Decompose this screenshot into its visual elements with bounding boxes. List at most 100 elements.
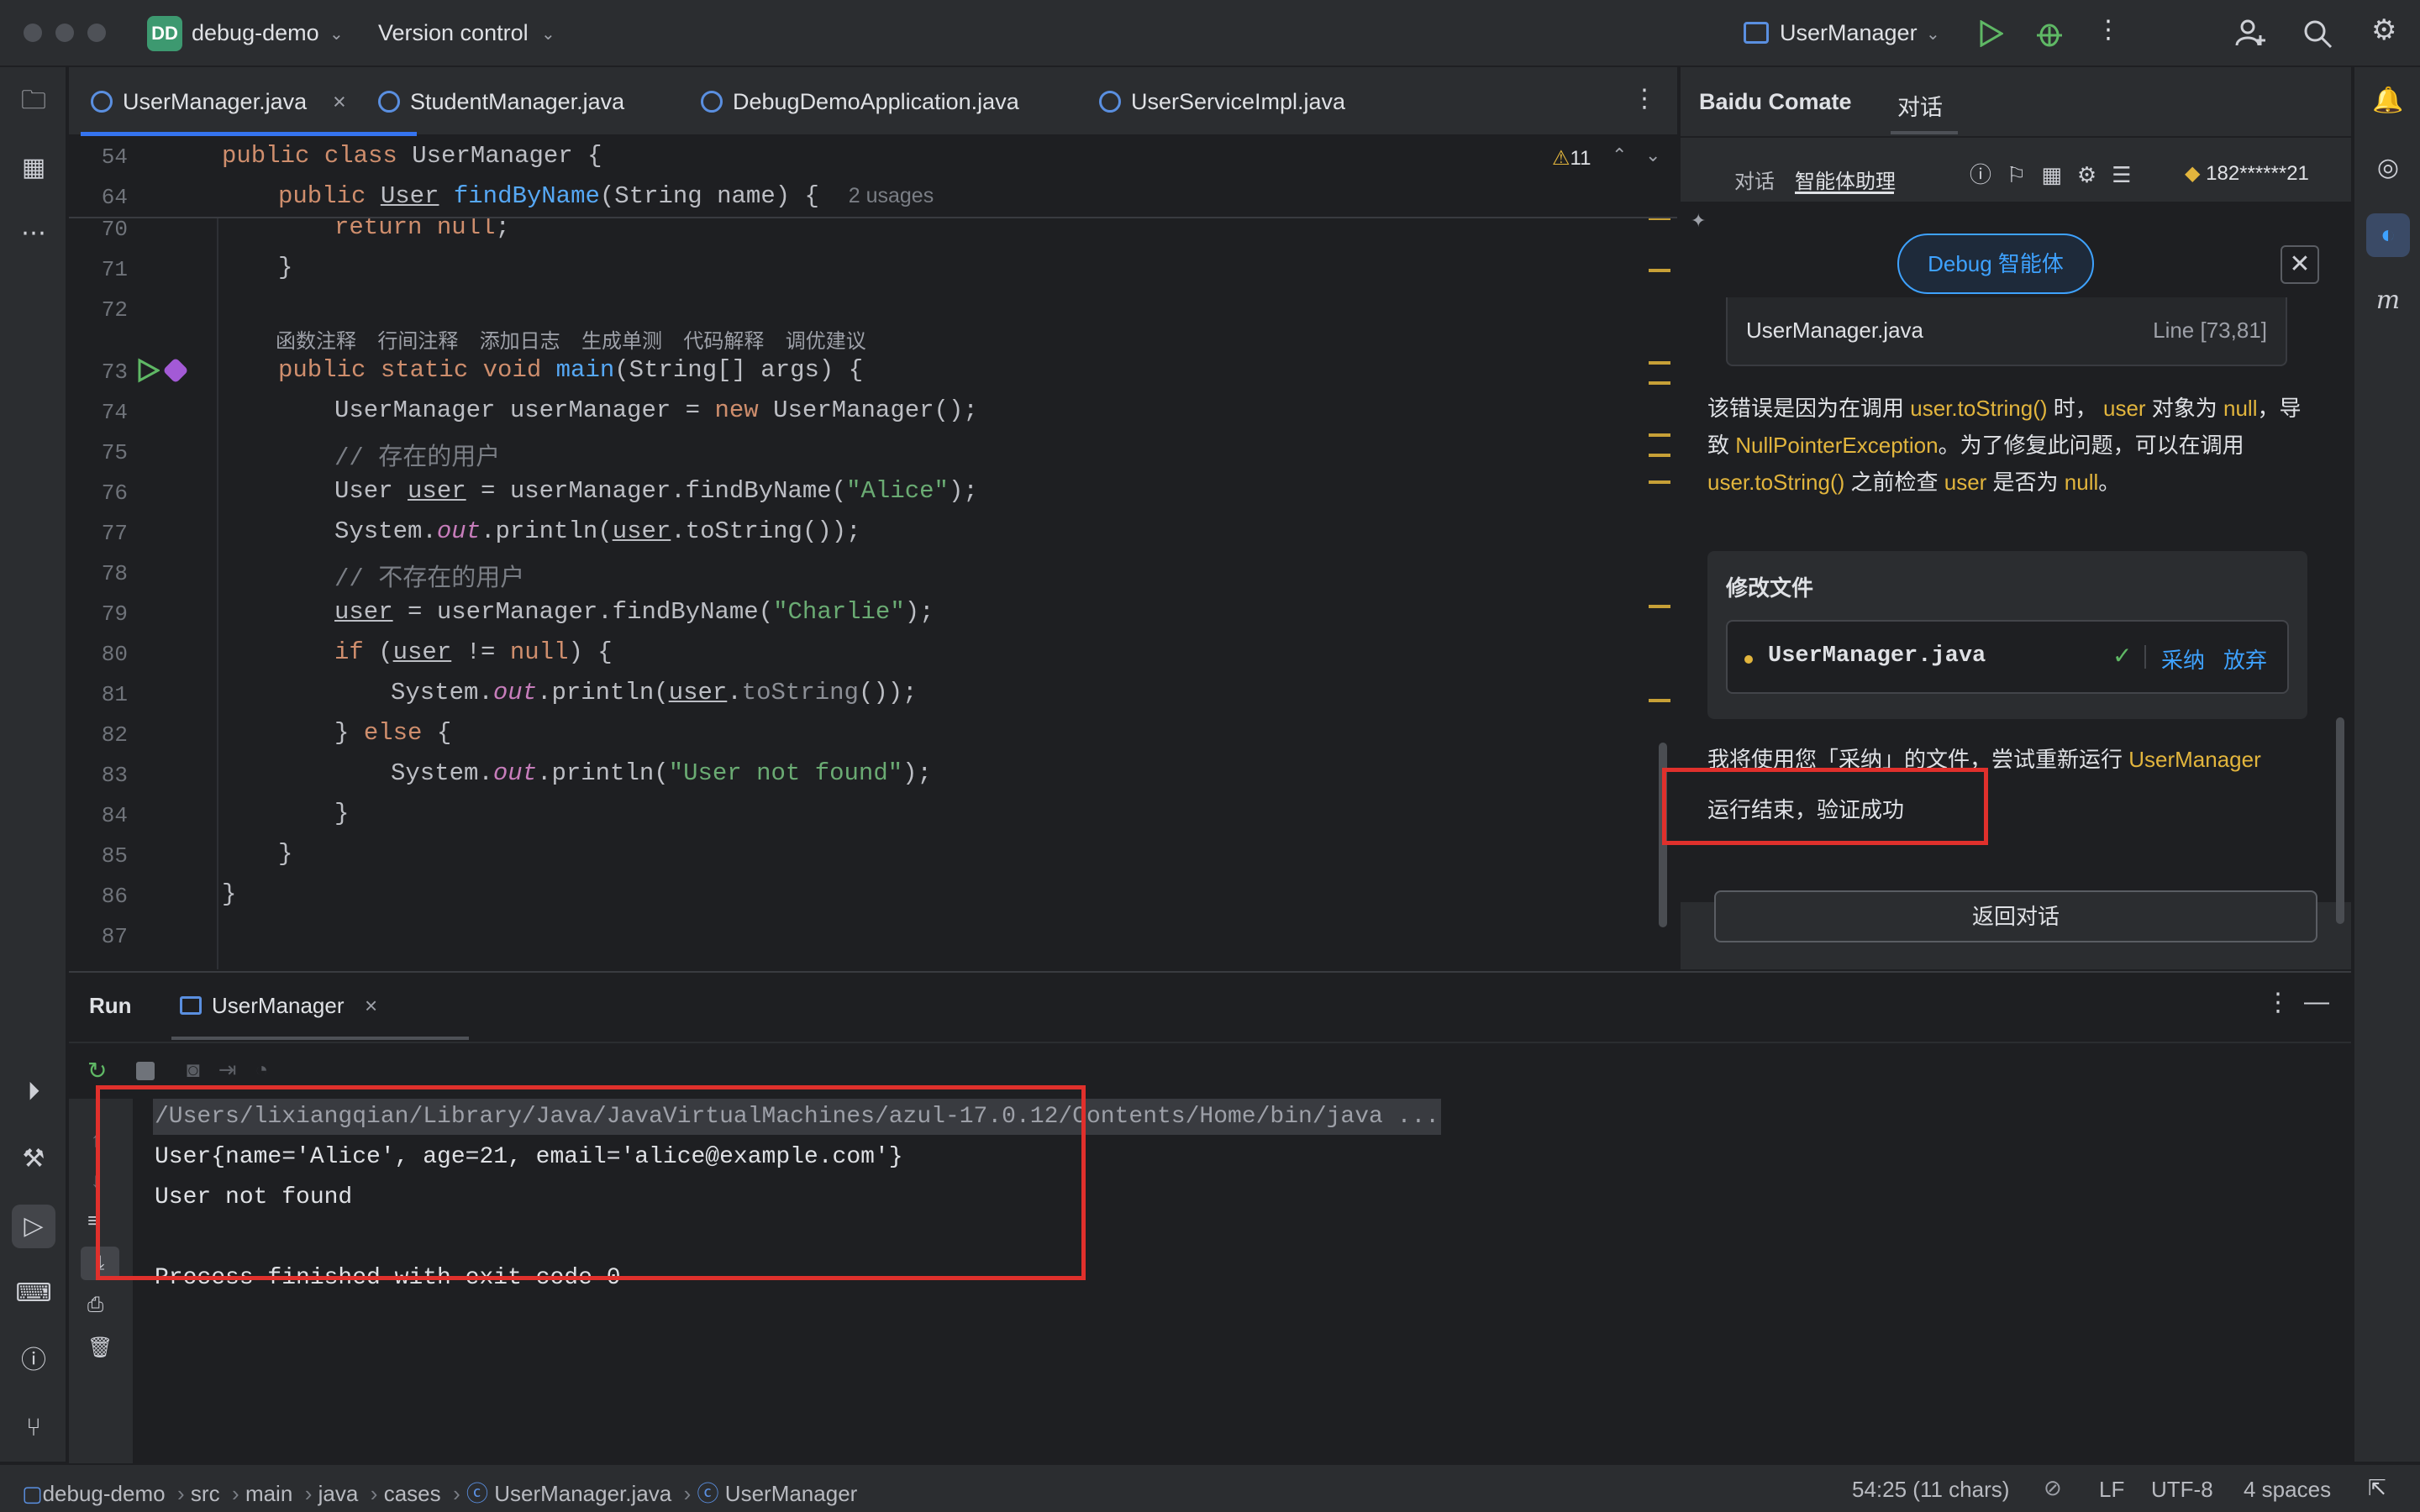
- structure-icon[interactable]: ▦: [12, 146, 55, 190]
- line-number: 64: [101, 185, 128, 210]
- run-gutter-icon[interactable]: [136, 358, 160, 383]
- comate-codelens[interactable]: 函数注释 行间注释 添加日志 生成单测 代码解释 调优建议: [276, 324, 866, 354]
- share-icon[interactable]: ⇱: [2368, 1475, 2386, 1501]
- more-tools-icon[interactable]: ⋯: [12, 212, 55, 255]
- back-to-chat-button[interactable]: 返回对话: [1714, 890, 2317, 942]
- screenshot-icon[interactable]: ◙: [187, 1057, 218, 1082]
- codelens-func-comment[interactable]: 函数注释: [276, 330, 356, 353]
- debug-icon[interactable]: [2035, 18, 2064, 49]
- history-list-icon[interactable]: ☰: [2112, 162, 2146, 187]
- comate-icon[interactable]: ◐: [2366, 213, 2410, 257]
- warning-marker[interactable]: [1649, 454, 1670, 457]
- codelens-add-log[interactable]: 添加日志: [480, 330, 560, 353]
- git-branch-icon[interactable]: ⑂: [12, 1406, 55, 1450]
- cursor-position[interactable]: 54:25 (11 chars): [1852, 1477, 2009, 1503]
- warning-marker[interactable]: [1649, 381, 1670, 385]
- file-reference-card[interactable]: UserManager.java Line [73,81]: [1726, 297, 2287, 366]
- breadcrumb-item[interactable]: UserManager.java: [494, 1481, 671, 1506]
- notifications-bell-icon[interactable]: 🔔: [2366, 79, 2410, 123]
- subtab-chat[interactable]: 对话: [1734, 165, 1775, 194]
- run-icon[interactable]: [1978, 20, 2003, 47]
- version-control-menu[interactable]: Version control: [378, 20, 529, 46]
- zoom-window-button[interactable]: [87, 24, 106, 42]
- settings-gear-icon[interactable]: ⚙: [2371, 13, 2396, 47]
- panel-tab-chat[interactable]: 对话: [1897, 89, 1943, 122]
- usages-hint[interactable]: 2 usages: [849, 184, 934, 207]
- problems-icon[interactable]: ⓘ: [12, 1339, 55, 1383]
- file-encoding[interactable]: UTF-8: [2151, 1477, 2213, 1503]
- close-run-tab-icon[interactable]: ×: [365, 993, 377, 1019]
- maven-icon[interactable]: m: [2366, 279, 2410, 323]
- user-account[interactable]: ◆ 182******21: [2185, 161, 2309, 186]
- debug-agent-button[interactable]: Debug 智能体: [1897, 234, 2094, 294]
- discard-button[interactable]: 放弃: [2223, 643, 2267, 675]
- warning-marker[interactable]: [1649, 269, 1670, 272]
- tab-studentmanager[interactable]: StudentManager.java: [368, 67, 679, 136]
- codelens-gen-test[interactable]: 生成单测: [581, 330, 662, 353]
- profiler-icon[interactable]: ◔: [255, 1057, 287, 1082]
- vcs-status-icon[interactable]: ⊘: [2044, 1475, 2062, 1501]
- breadcrumb-item[interactable]: cases: [384, 1481, 441, 1506]
- minimize-window-button[interactable]: [55, 24, 74, 42]
- code-line: // 存在的用户: [334, 444, 501, 472]
- tabs-more-icon[interactable]: ⋮: [1632, 84, 1657, 113]
- run-config-selector[interactable]: UserManager: [1780, 20, 1918, 46]
- warning-marker[interactable]: [1649, 480, 1670, 484]
- run-tab-label[interactable]: UserManager: [212, 993, 345, 1019]
- line-separator[interactable]: LF: [2099, 1477, 2124, 1503]
- tab-debugdemoapplication[interactable]: DebugDemoApplication.java: [691, 67, 1086, 136]
- code-editor[interactable]: 54 public class UserManager { 64 public …: [69, 138, 1677, 969]
- minimize-panel-icon[interactable]: —: [2304, 988, 2329, 1016]
- comate-gutter-icon[interactable]: [162, 357, 189, 384]
- breadcrumb-item[interactable]: src: [191, 1481, 220, 1506]
- codelens-explain[interactable]: 代码解释: [683, 330, 764, 353]
- project-badge[interactable]: DD: [147, 16, 182, 51]
- settings-icon[interactable]: ⚙: [2077, 162, 2112, 187]
- more-actions-icon[interactable]: ⋮: [2096, 15, 2121, 45]
- breadcrumb-item[interactable]: java: [318, 1481, 359, 1506]
- help-icon[interactable]: ⓘ: [1970, 162, 2007, 187]
- breadcrumb-item[interactable]: main: [245, 1481, 292, 1506]
- warning-marker[interactable]: [1649, 699, 1670, 702]
- add-user-icon[interactable]: [2235, 17, 2267, 49]
- project-name[interactable]: debug-demo: [192, 20, 319, 46]
- plugin-grid-icon[interactable]: ▦: [2041, 162, 2077, 187]
- warning-marker[interactable]: [1649, 361, 1670, 365]
- next-highlight-icon[interactable]: ⌄: [1645, 144, 1660, 166]
- indent-setting[interactable]: 4 spaces: [2244, 1477, 2331, 1503]
- stop-icon[interactable]: [136, 1062, 155, 1080]
- close-icon[interactable]: ✕: [2281, 245, 2319, 284]
- prev-highlight-icon[interactable]: ⌃: [1612, 144, 1627, 166]
- close-tab-icon[interactable]: ×: [333, 67, 346, 136]
- warnings-counter[interactable]: ⚠11: [1552, 146, 1591, 171]
- restore-layout-icon[interactable]: ⇥: [218, 1057, 255, 1082]
- terminal-icon[interactable]: ⌨: [12, 1272, 55, 1315]
- close-window-button[interactable]: [24, 24, 42, 42]
- breadcrumb-item[interactable]: UserManager: [725, 1481, 858, 1506]
- run-tool-icon[interactable]: ▷: [12, 1205, 55, 1248]
- feedback-icon[interactable]: ⚐: [2007, 162, 2041, 187]
- search-icon[interactable]: [2302, 18, 2333, 49]
- build-hammer-icon[interactable]: ⚒: [12, 1137, 55, 1181]
- rerun-icon[interactable]: ↻: [87, 1057, 107, 1084]
- chevron-down-icon[interactable]: ⌄: [1926, 24, 1940, 45]
- print-icon[interactable]: ⎙: [87, 1294, 103, 1317]
- tab-userserviceimpl[interactable]: UserServiceImpl.java: [1089, 67, 1408, 136]
- chevron-down-icon[interactable]: ⌄: [541, 24, 555, 45]
- project-folder-icon[interactable]: 🗀: [12, 79, 55, 123]
- warning-marker[interactable]: [1649, 605, 1670, 608]
- trash-icon[interactable]: 🗑: [87, 1336, 113, 1360]
- services-icon[interactable]: ⏵: [12, 1070, 55, 1114]
- breadcrumb-item[interactable]: debug-demo: [43, 1481, 166, 1506]
- run-more-icon[interactable]: ⋮: [2265, 988, 2291, 1017]
- modify-file-row[interactable]: UserManager.java ✓ 采纳 放弃: [1726, 620, 2289, 694]
- warning-marker[interactable]: [1649, 433, 1670, 437]
- panel-scrollbar[interactable]: [2336, 717, 2344, 924]
- subtab-agent[interactable]: 智能体助理: [1795, 165, 1896, 194]
- chevron-down-icon[interactable]: ⌄: [329, 24, 344, 45]
- ai-assistant-icon[interactable]: ◎: [2366, 146, 2410, 190]
- codelens-line-comment[interactable]: 行间注释: [377, 330, 458, 353]
- codelens-optimize[interactable]: 调优建议: [786, 330, 866, 353]
- tab-usermanager[interactable]: UserManager.java ×: [81, 67, 417, 136]
- accept-button[interactable]: 采纳: [2161, 643, 2205, 675]
